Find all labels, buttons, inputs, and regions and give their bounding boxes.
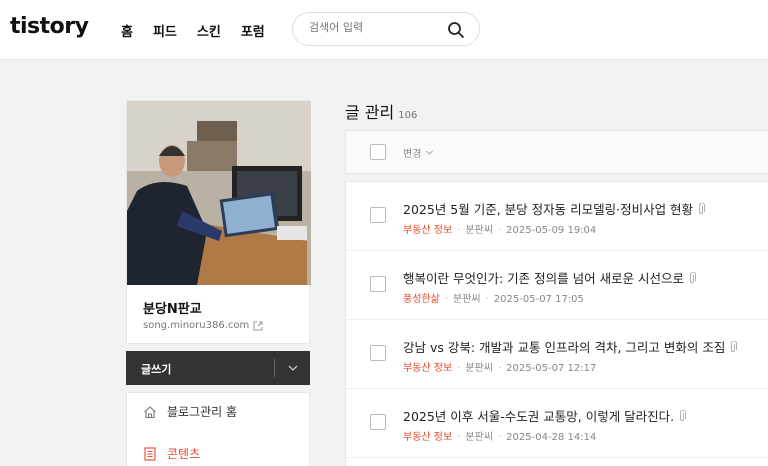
attachment-icon xyxy=(680,409,687,421)
post-title-text: 2025년 5월 기준, 분당 정자동 리모델링·정비사업 현황 xyxy=(403,202,694,217)
list-toolbar: 변경 xyxy=(345,130,768,174)
attachment-icon xyxy=(731,340,738,352)
post-count: 106 xyxy=(398,110,418,121)
post-title-text: 2025년 이후 서울-수도권 교통망, 이렇게 달라진다. xyxy=(403,409,675,424)
profile-card: 분당N판교 song.minoru386.com xyxy=(126,100,311,344)
search-box xyxy=(292,12,480,46)
list-item: 2025년 5월 기준, 분당 정자동 리모델링·정비사업 현황 부동산 정보 ·… xyxy=(346,182,768,251)
menu-item-contents[interactable]: 콘텐츠 xyxy=(143,445,200,462)
external-link-icon xyxy=(253,321,263,330)
post-checkbox[interactable] xyxy=(370,345,386,361)
post-title-text: 행복이란 무엇인가: 기존 정의를 넘어 새로운 시선으로 xyxy=(403,271,685,286)
change-label: 변경 xyxy=(403,149,422,160)
post-author: 분판씨 xyxy=(465,432,493,443)
main-nav: 홈 피드 스킨 포럼 xyxy=(121,21,285,40)
post-title[interactable]: 강남 vs 강북: 개발과 교통 인프라의 격차, 그리고 변화의 조짐 xyxy=(403,337,738,356)
list-item: 행복이란 무엇인가: 기존 정의를 넘어 새로운 시선으로 풍성한삶 · 분판씨 · 2… xyxy=(346,251,768,320)
blog-name[interactable]: 분당N판교 xyxy=(143,298,202,317)
post-list: 2025년 5월 기준, 분당 정자동 리모델링·정비사업 현황 부동산 정보 ·… xyxy=(345,181,768,466)
post-checkbox[interactable] xyxy=(370,207,386,223)
post-title-text: 강남 vs 강북: 개발과 교통 인프라의 격차, 그리고 변화의 조짐 xyxy=(403,340,726,355)
post-meta: 풍성한삶 · 분판씨 · 2025-05-07 17:05 xyxy=(403,294,584,305)
chevron-down-icon[interactable] xyxy=(286,361,300,375)
attachment-icon xyxy=(699,202,706,214)
post-title[interactable]: 2025년 이후 서울-수도권 교통망, 이렇게 달라진다. xyxy=(403,406,687,425)
post-checkbox[interactable] xyxy=(370,414,386,430)
write-button-label: 글쓰기 xyxy=(141,363,172,376)
admin-menu: 블로그관리 홈 콘텐츠 xyxy=(126,392,310,466)
document-icon xyxy=(144,446,156,461)
post-category[interactable]: 부동산 정보 xyxy=(403,225,452,236)
post-title[interactable]: 2025년 5월 기준, 분당 정자동 리모델링·정비사업 현황 xyxy=(403,199,706,218)
menu-item-label: 블로그관리 홈 xyxy=(167,405,238,419)
post-author: 분판씨 xyxy=(453,294,481,305)
list-item: 강남 vs 강북: 개발과 교통 인프라의 격차, 그리고 변화의 조짐 부동산… xyxy=(346,320,768,389)
write-button[interactable]: 글쓰기 xyxy=(126,351,310,385)
page-title: 글 관리 106 xyxy=(345,99,417,123)
change-dropdown[interactable]: 변경 xyxy=(403,145,434,160)
post-date: 2025-05-07 12:17 xyxy=(506,363,597,374)
search-icon[interactable] xyxy=(447,21,465,39)
page-title-text: 글 관리 xyxy=(345,103,395,122)
post-title[interactable]: 행복이란 무엇인가: 기존 정의를 넘어 새로운 시선으로 xyxy=(403,268,697,287)
blog-url-link[interactable]: song.minoru386.com xyxy=(143,320,263,331)
menu-item-label: 콘텐츠 xyxy=(167,447,201,461)
blog-url: song.minoru386.com xyxy=(143,320,250,331)
menu-item-blog-home[interactable]: 블로그관리 홈 xyxy=(143,403,237,420)
post-meta: 부동산 정보 · 분판씨 · 2025-05-07 12:17 xyxy=(403,363,597,374)
nav-skin[interactable]: 스킨 xyxy=(197,21,221,40)
select-all-checkbox[interactable] xyxy=(370,144,386,160)
nav-forum[interactable]: 포럼 xyxy=(241,21,265,40)
post-date: 2025-05-09 19:04 xyxy=(506,225,597,236)
attachment-icon xyxy=(690,271,697,283)
nav-home[interactable]: 홈 xyxy=(121,21,133,40)
nav-feed[interactable]: 피드 xyxy=(153,21,177,40)
post-category[interactable]: 부동산 정보 xyxy=(403,363,452,374)
post-date: 2025-05-07 17:05 xyxy=(493,294,584,305)
post-meta: 부동산 정보 · 분판씨 · 2025-04-28 14:14 xyxy=(403,432,597,443)
write-divider xyxy=(274,359,275,377)
chevron-down-icon xyxy=(426,150,434,155)
post-author: 분판씨 xyxy=(465,225,493,236)
post-date: 2025-04-28 14:14 xyxy=(506,432,597,443)
profile-photo xyxy=(127,101,311,285)
post-author: 분판씨 xyxy=(465,363,493,374)
top-bar: tistory 홈 피드 스킨 포럼 xyxy=(0,0,768,60)
list-item: 2025년 이후 서울-수도권 교통망, 이렇게 달라진다. 부동산 정보 · 분판… xyxy=(346,389,768,458)
tistory-logo[interactable]: tistory xyxy=(10,14,89,39)
post-checkbox[interactable] xyxy=(370,276,386,292)
post-category[interactable]: 풍성한삶 xyxy=(403,294,440,305)
home-icon xyxy=(144,405,156,418)
post-category[interactable]: 부동산 정보 xyxy=(403,432,452,443)
search-input[interactable] xyxy=(309,21,439,34)
post-meta: 부동산 정보 · 분판씨 · 2025-05-09 19:04 xyxy=(403,225,597,236)
